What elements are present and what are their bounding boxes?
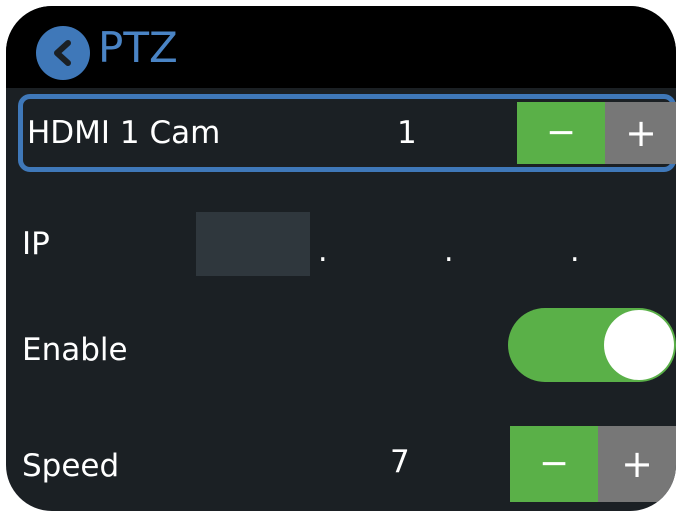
minus-icon: − — [545, 112, 577, 153]
plus-icon: + — [625, 111, 657, 155]
chevron-left-icon — [54, 40, 71, 66]
enable-toggle[interactable] — [508, 308, 676, 382]
hdmi-camera-plus-button[interactable]: + — [605, 102, 676, 164]
enable-label: Enable — [22, 332, 128, 368]
speed-value: 7 — [390, 444, 410, 480]
hdmi-camera-row[interactable]: HDMI 1 Cam 1 − + — [18, 94, 676, 172]
plus-icon: + — [621, 442, 653, 486]
speed-minus-button[interactable]: − — [510, 426, 598, 502]
hdmi-camera-value: 1 — [397, 115, 417, 151]
ip-separator: . — [318, 234, 328, 269]
toggle-knob — [604, 310, 674, 380]
ip-separator: . — [570, 234, 580, 269]
page-title: PTZ — [98, 23, 178, 72]
speed-label: Speed — [22, 448, 120, 484]
header-bar: PTZ — [6, 6, 676, 88]
back-button[interactable] — [36, 26, 90, 80]
hdmi-camera-minus-button[interactable]: − — [517, 102, 605, 164]
ip-label: IP — [22, 226, 50, 262]
ip-octet-field[interactable] — [196, 212, 310, 276]
speed-plus-button[interactable]: + — [598, 426, 676, 502]
minus-icon: − — [538, 443, 570, 484]
hdmi-camera-label: HDMI 1 Cam — [27, 115, 221, 151]
ptz-screen: PTZ HDMI 1 Cam 1 − + IP . . . Enable Spe… — [6, 6, 676, 511]
ip-separator: . — [444, 234, 454, 269]
